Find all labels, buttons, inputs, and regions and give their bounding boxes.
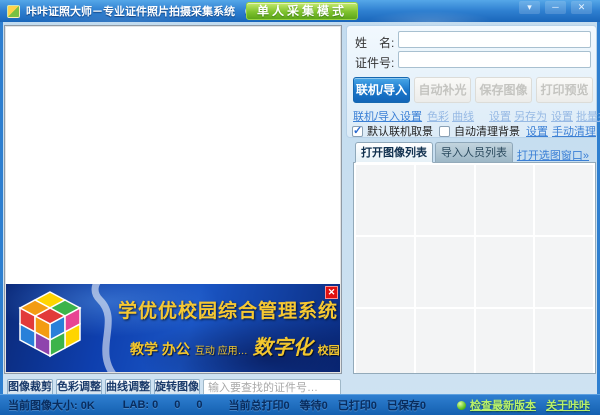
thumbnail-cell <box>416 165 474 235</box>
save-image-button[interactable]: 保存图像 <box>475 77 532 103</box>
id-number-label: 证件号: <box>355 54 394 71</box>
curve-link[interactable]: 曲线 <box>452 111 474 123</box>
thumbnail-cell <box>356 309 414 374</box>
thumbnail-cell <box>356 237 414 307</box>
ad-subtitle-big: 数字化 <box>253 331 313 360</box>
thumbnail-cell <box>535 165 593 235</box>
window-controls: ▾ ─ ✕ <box>519 1 592 14</box>
thumbnail-cell <box>476 165 534 235</box>
thumbnail-cell <box>476 237 534 307</box>
color-link[interactable]: 色彩 <box>427 111 449 123</box>
connect-import-button[interactable]: 联机/导入 <box>353 77 410 103</box>
name-label: 姓 名: <box>355 34 394 51</box>
connect-import-settings-link: 联机/导入设置 <box>353 108 422 124</box>
status-saved: 已保存0 <box>387 397 426 413</box>
status-waiting: 等待0 <box>300 397 328 413</box>
print-links: 设置 批量打印 <box>551 108 600 124</box>
ad-banner[interactable]: 学优优校园综合管理系统 教学 办公 互动 应用… 数字化 校园新革命 ✕ <box>6 284 340 372</box>
save-settings-link[interactable]: 设置 <box>489 111 511 123</box>
name-field[interactable] <box>398 31 591 48</box>
minimize-icon[interactable]: ─ <box>545 1 566 14</box>
capture-options-row: 默认联机取景 自动清理背景 设置 手动清理 自动LAB调整 设置 <box>352 123 600 139</box>
thumbnail-cell <box>416 309 474 374</box>
default-capture-label: 默认联机取景 <box>367 123 433 139</box>
title-bar[interactable]: 咔咔证照大师－专业证件照片拍摄采集系统 （v4.0.0.2） 单人采集模式 ▾ … <box>0 0 600 22</box>
status-bar: 当前图像大小: 0K LAB: 0 0 0 当前总打印0 等待0 已打印0 已保… <box>0 394 600 415</box>
open-select-window-wrap: 打开选图窗口» <box>517 147 589 163</box>
close-icon[interactable]: ✕ <box>571 1 592 14</box>
auto-clean-settings-link[interactable]: 设置 <box>526 123 548 139</box>
check-update-link[interactable]: 检查最新版本 <box>470 397 536 413</box>
connect-import-settings-link-text[interactable]: 联机/导入设置 <box>353 111 422 123</box>
save-links: 设置 另存为 <box>489 108 547 124</box>
app-window: 咔咔证照大师－专业证件照片拍摄采集系统 （v4.0.0.2） 单人采集模式 ▾ … <box>0 0 600 415</box>
id-number-field[interactable] <box>398 51 591 68</box>
ad-subtitle-tail: 校园新革命 <box>318 342 340 358</box>
thumbnail-cell <box>535 309 593 374</box>
thumbnail-grid <box>356 165 593 371</box>
batch-print-link[interactable]: 批量打印 <box>576 111 600 123</box>
auto-fill-light-button[interactable]: 自动补光 <box>414 77 471 103</box>
update-status-icon <box>457 401 466 410</box>
thumbnail-cell <box>416 237 474 307</box>
ad-close-icon[interactable]: ✕ <box>325 286 338 299</box>
image-list-panel <box>353 162 596 374</box>
status-total-print: 当前总打印0 <box>228 397 289 413</box>
save-as-link[interactable]: 另存为 <box>514 111 547 123</box>
ad-title: 学优优校园综合管理系统 <box>118 296 338 323</box>
status-lab-l: LAB: 0 <box>123 399 158 411</box>
open-select-window-link[interactable]: 打开选图窗口» <box>517 150 589 162</box>
photo-preview-area: 学优优校园综合管理系统 教学 办公 互动 应用… 数字化 校园新革命 ✕ <box>4 25 342 374</box>
ad-subtitle-small: 互动 应用… <box>195 342 248 357</box>
status-lab-b: 0 <box>196 399 202 411</box>
manual-clean-link[interactable]: 手动清理 <box>552 123 596 139</box>
thumbnail-cell <box>476 309 534 374</box>
print-preview-button[interactable]: 打印预览 <box>536 77 593 103</box>
thumbnail-cell <box>535 237 593 307</box>
thumbnail-cell <box>356 165 414 235</box>
ad-subtitle: 教学 办公 互动 应用… 数字化 校园新革命 <box>130 331 340 360</box>
status-lab-a: 0 <box>174 399 180 411</box>
auto-clean-bg-checkbox[interactable] <box>439 126 450 137</box>
menu-dropdown-icon[interactable]: ▾ <box>519 1 540 14</box>
app-logo-icon <box>7 5 20 18</box>
default-capture-checkbox[interactable] <box>352 126 363 137</box>
tab-import-person-list[interactable]: 导入人员列表 <box>435 142 513 163</box>
single-capture-mode-button[interactable]: 单人采集模式 <box>246 2 358 20</box>
color-curve-links: 色彩 曲线 <box>427 108 474 124</box>
about-link[interactable]: 关于咔咔 <box>546 397 590 413</box>
auto-clean-bg-label: 自动清理背景 <box>454 123 520 139</box>
status-image-size: 当前图像大小: 0K <box>8 397 95 413</box>
ad-subtitle-strong: 教学 办公 <box>130 339 190 359</box>
status-printed: 已打印0 <box>338 397 377 413</box>
print-settings-link[interactable]: 设置 <box>551 111 573 123</box>
tab-open-image-list[interactable]: 打开图像列表 <box>355 142 433 163</box>
